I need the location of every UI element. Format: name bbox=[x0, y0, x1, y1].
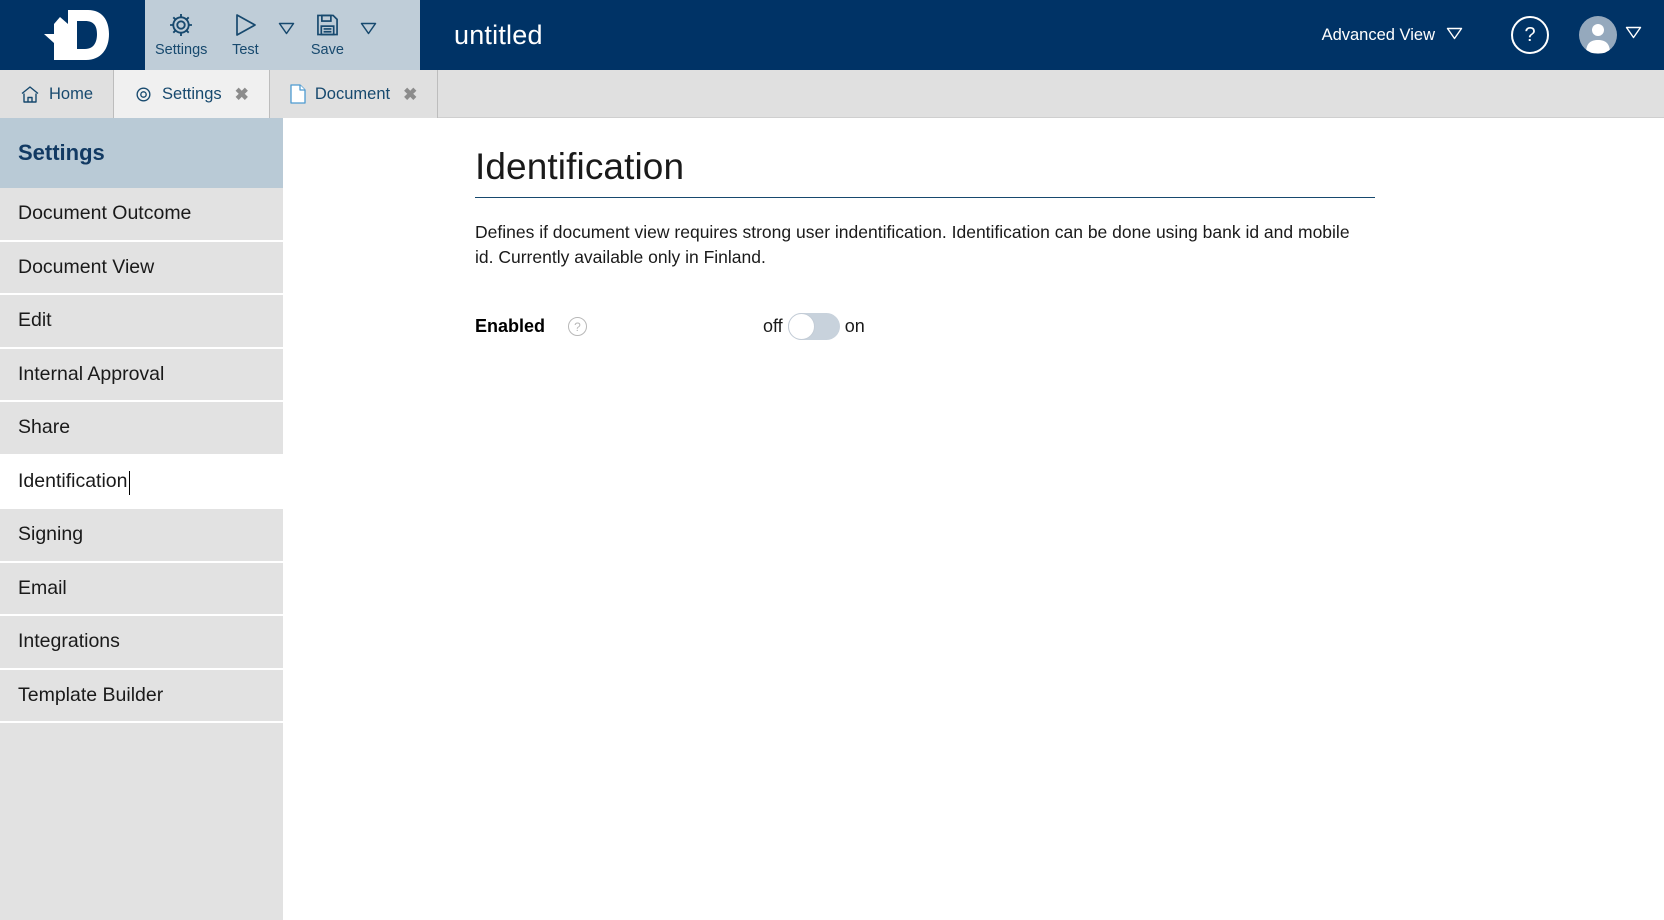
advanced-view-label: Advanced View bbox=[1321, 25, 1435, 44]
user-menu-caret[interactable] bbox=[1625, 26, 1642, 44]
save-dropdown-caret[interactable] bbox=[355, 0, 381, 70]
test-dropdown-caret[interactable] bbox=[273, 0, 299, 70]
tab-settings-label: Settings bbox=[162, 84, 222, 103]
close-icon[interactable]: ✖ bbox=[403, 86, 417, 103]
sidebar-item-internal-approval[interactable]: Internal Approval bbox=[0, 348, 283, 402]
sidebar-item-label: Signing bbox=[18, 523, 84, 546]
chevron-down-icon bbox=[1625, 26, 1642, 43]
sidebar-item-email[interactable]: Email bbox=[0, 562, 283, 616]
settings-tool-label: Settings bbox=[155, 42, 208, 59]
text-cursor bbox=[128, 471, 130, 496]
d-logo-icon bbox=[43, 10, 109, 60]
test-tool-label: Test bbox=[232, 42, 259, 59]
gear-icon bbox=[134, 85, 153, 104]
close-icon[interactable]: ✖ bbox=[235, 86, 249, 103]
settings-tool-button[interactable]: Settings bbox=[145, 0, 217, 70]
toggle-knob[interactable] bbox=[787, 313, 815, 341]
enabled-toggle[interactable]: off on bbox=[763, 313, 865, 341]
app-logo[interactable] bbox=[0, 0, 145, 70]
app-header: Settings Test Save untitled Advanced Vie… bbox=[0, 0, 1664, 70]
document-icon bbox=[290, 84, 306, 104]
sidebar-item-label: Document View bbox=[18, 255, 155, 278]
toggle-on-label: on bbox=[844, 316, 865, 337]
sidebar-item-edit[interactable]: Edit bbox=[0, 295, 283, 349]
sidebar-item-signing[interactable]: Signing bbox=[0, 509, 283, 563]
enabled-field-row: Enabled ? off on bbox=[475, 313, 1375, 341]
save-tool-button[interactable]: Save bbox=[299, 0, 355, 70]
main-content: Identification Defines if document view … bbox=[283, 118, 1664, 920]
toggle-off-label: off bbox=[763, 316, 783, 337]
sidebar-item-template-builder[interactable]: Template Builder bbox=[0, 669, 283, 723]
help-button[interactable]: ? bbox=[1511, 16, 1549, 54]
sidebar-item-label: Document Outcome bbox=[18, 202, 192, 225]
enabled-label: Enabled bbox=[475, 316, 546, 337]
page-description: Defines if document view requires strong… bbox=[475, 221, 1350, 267]
sidebar-item-document-outcome[interactable]: Document Outcome bbox=[0, 188, 283, 242]
sidebar-item-identification[interactable]: Identification bbox=[0, 455, 283, 509]
floppy-disk-icon bbox=[314, 10, 341, 40]
tab-home-label: Home bbox=[49, 84, 94, 103]
sidebar-item-label-input[interactable]: Identification bbox=[18, 470, 128, 493]
play-icon bbox=[230, 10, 260, 40]
sidebar-item-label: Internal Approval bbox=[18, 362, 165, 385]
sidebar-item-label: Edit bbox=[18, 309, 52, 332]
main-toolbar: Settings Test Save bbox=[145, 0, 420, 70]
document-title[interactable]: untitled bbox=[420, 0, 1322, 70]
tab-bar: Home Settings ✖ Document ✖ bbox=[0, 70, 1664, 118]
tab-document-label: Document bbox=[314, 84, 391, 103]
sidebar-item-share[interactable]: Share bbox=[0, 402, 283, 456]
settings-sidebar: Settings Document Outcome Document View … bbox=[0, 118, 283, 920]
chevron-down-icon bbox=[360, 22, 377, 35]
chevron-down-icon bbox=[1446, 26, 1463, 45]
sidebar-item-label: Template Builder bbox=[18, 683, 164, 706]
sidebar-title: Settings bbox=[0, 118, 283, 188]
avatar[interactable] bbox=[1579, 16, 1617, 54]
toggle-track[interactable] bbox=[787, 313, 840, 341]
sidebar-item-label: Share bbox=[18, 416, 71, 439]
gear-icon bbox=[167, 10, 195, 40]
tab-document[interactable]: Document ✖ bbox=[269, 70, 439, 118]
help-icon[interactable]: ? bbox=[568, 317, 587, 337]
test-tool-button[interactable]: Test bbox=[217, 0, 273, 70]
sidebar-item-label: Integrations bbox=[18, 630, 120, 653]
page-title: Identification bbox=[475, 146, 1375, 198]
tab-settings[interactable]: Settings ✖ bbox=[114, 70, 270, 118]
header-actions: Advanced View ? bbox=[1322, 0, 1664, 70]
save-tool-label: Save bbox=[310, 42, 344, 59]
home-icon bbox=[20, 85, 40, 104]
user-avatar-icon bbox=[1586, 24, 1610, 53]
tab-home[interactable]: Home bbox=[0, 70, 115, 118]
advanced-view-dropdown[interactable]: Advanced View bbox=[1322, 26, 1463, 45]
sidebar-item-integrations[interactable]: Integrations bbox=[0, 616, 283, 670]
chevron-down-icon bbox=[278, 22, 295, 35]
sidebar-item-document-view[interactable]: Document View bbox=[0, 241, 283, 295]
sidebar-item-label: Email bbox=[18, 576, 67, 599]
question-mark-icon: ? bbox=[1524, 23, 1536, 46]
page-body: Settings Document Outcome Document View … bbox=[0, 118, 1664, 920]
